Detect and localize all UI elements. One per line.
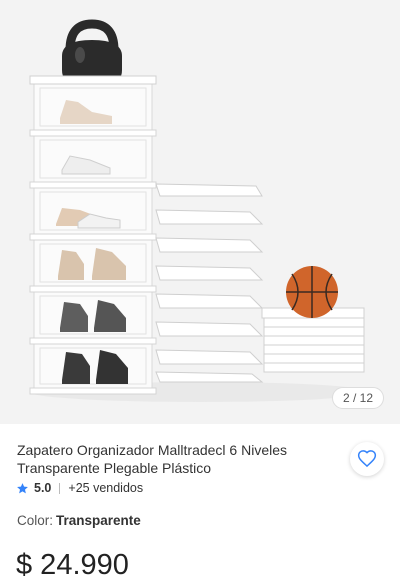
product-info: Zapatero Organizador Malltradecl 6 Nivel… (0, 424, 400, 588)
color-selector[interactable]: Color: Transparente (17, 513, 141, 528)
color-value: Transparente (56, 513, 141, 528)
heart-icon (357, 450, 377, 468)
star-icon (17, 482, 28, 493)
shoe-rack-tower (29, 75, 157, 395)
favorite-button[interactable] (350, 442, 384, 476)
color-label: Color: (17, 513, 54, 528)
product-image-gallery[interactable]: 2 / 12 (0, 0, 400, 424)
price: $ 24.990 (16, 549, 129, 581)
sold-count: +25 vendidos (68, 481, 144, 495)
kettlebell-illustration (62, 19, 122, 82)
divider (59, 482, 61, 494)
basketball-illustration (286, 266, 338, 318)
product-title: Zapatero Organizador Malltradecl 6 Nivel… (17, 442, 288, 476)
image-counter-badge: 2 / 12 (331, 387, 384, 409)
folded-panels (155, 183, 264, 383)
product-image[interactable] (0, 0, 400, 424)
rating-row[interactable]: 5.0 +25 vendidos (16, 479, 143, 497)
rating-score: 5.0 (34, 481, 52, 495)
